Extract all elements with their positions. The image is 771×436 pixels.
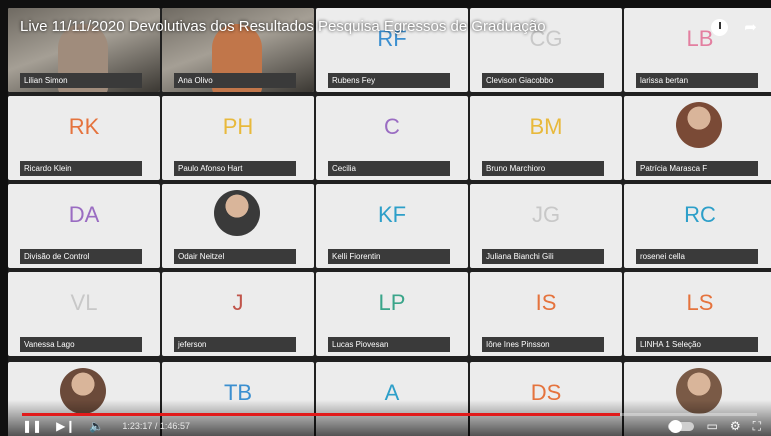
participant-tile[interactable]: LP Lucas Piovesan [316, 272, 468, 356]
participant-name: Iône Ines Pinsson [482, 337, 604, 352]
share-icon[interactable]: ➦ [742, 19, 759, 36]
avatar-initials: IS [535, 290, 557, 315]
participant-name: Odair Neitzel [174, 249, 296, 264]
time-display: 1:23:17 / 1:46:57 [122, 421, 190, 431]
participant-name: larissa bertan [636, 73, 758, 88]
avatar-initials: RK [68, 114, 100, 139]
top-right-actions: ➦ [711, 19, 759, 36]
progress-bar[interactable] [22, 413, 757, 416]
avatar-initials: BM [529, 114, 563, 139]
participant-name: Lucas Piovesan [328, 337, 450, 352]
participant-tile[interactable]: C Cecilia [316, 96, 468, 180]
participant-tile[interactable]: LS LINHA 1 Seleção [624, 272, 771, 356]
player-controls: ❚❚ ▶❙ 🔈 1:23:17 / 1:46:57 ▭ ⚙ ⛶ [22, 418, 761, 434]
progress-fill [22, 413, 620, 416]
participant-name: Ricardo Klein [20, 161, 142, 176]
participant-tile[interactable]: Jjeferson [162, 272, 314, 356]
participant-name: rosenei cella [636, 249, 758, 264]
participant-name: Clevison Giacobbo [482, 73, 604, 88]
participant-name: Paulo Afonso Hart [174, 161, 296, 176]
participant-tile[interactable]: IS Iône Ines Pinsson [470, 272, 622, 356]
participant-name: Cecilia [328, 161, 450, 176]
participant-name: Ana Olivo [174, 73, 296, 88]
next-icon[interactable]: ▶❙ [56, 418, 75, 434]
avatar-initials: JG [531, 202, 561, 227]
autoplay-toggle[interactable] [668, 419, 695, 433]
participant-tile[interactable]: RK Ricardo Klein [8, 96, 160, 180]
avatar-initials: LP [378, 290, 406, 315]
avatar-initials: LS [686, 290, 714, 315]
avatar-initials: J [232, 290, 244, 315]
participant-name: Vanessa Lago [20, 337, 142, 352]
participant-tile[interactable]: Odair Neitzel [162, 184, 314, 268]
avatar-initials: C [384, 114, 400, 139]
participant-name: Bruno Marchioro [482, 161, 604, 176]
pause-icon[interactable]: ❚❚ [22, 418, 42, 434]
avatar-initials: PH [222, 114, 254, 139]
participant-name: Juliana Bianchi Gili [482, 249, 604, 264]
participant-tile[interactable]: RC rosenei cella [624, 184, 771, 268]
video-title[interactable]: Live 11/11/2020 Devolutivas dos Resultad… [20, 18, 546, 35]
participant-name: LINHA 1 Seleção [636, 337, 758, 352]
participant-tile[interactable]: Patrícia Marasca F [624, 96, 771, 180]
avatar-initials: KF [377, 202, 407, 227]
participant-tile[interactable]: JG Juliana Bianchi Gili [470, 184, 622, 268]
participant-name: Lilian Simon [20, 73, 142, 88]
participant-tile[interactable]: DA Divisão de Control [8, 184, 160, 268]
duration: 1:46:57 [159, 421, 190, 431]
participant-name: Patrícia Marasca F [636, 161, 758, 176]
participant-name: Kelli Fiorentin [328, 249, 450, 264]
avatar-initials: RC [684, 202, 716, 227]
fullscreen-icon[interactable]: ⛶ [753, 418, 761, 434]
right-controls: ▭ ⚙ ⛶ [668, 418, 761, 434]
participant-name: Rubens Fey [328, 73, 450, 88]
avatar-initials: DA [68, 202, 100, 227]
participant-name: Divisão de Control [20, 249, 142, 264]
clock-icon[interactable] [711, 19, 728, 36]
participant-name: jeferson [174, 337, 296, 352]
avatar [676, 102, 722, 148]
current-time: 1:23:17 [122, 421, 153, 431]
participant-tile[interactable]: PH Paulo Afonso Hart [162, 96, 314, 180]
gear-icon[interactable]: ⚙ [730, 418, 741, 434]
subtitles-icon[interactable]: ▭ [706, 418, 717, 434]
participant-tile[interactable]: BM Bruno Marchioro [470, 96, 622, 180]
participant-tile[interactable]: VL Vanessa Lago [8, 272, 160, 356]
volume-icon[interactable]: 🔈 [89, 418, 104, 434]
avatar [214, 190, 260, 236]
avatar-initials: VL [70, 290, 98, 315]
participant-tile[interactable]: KF Kelli Fiorentin [316, 184, 468, 268]
participant-grid: Lilian Simon Ana Olivo RF Rubens Fey CG Clevi… [8, 8, 771, 436]
video-player[interactable]: Lilian Simon Ana Olivo RF Rubens Fey CG Clevi… [8, 8, 771, 436]
